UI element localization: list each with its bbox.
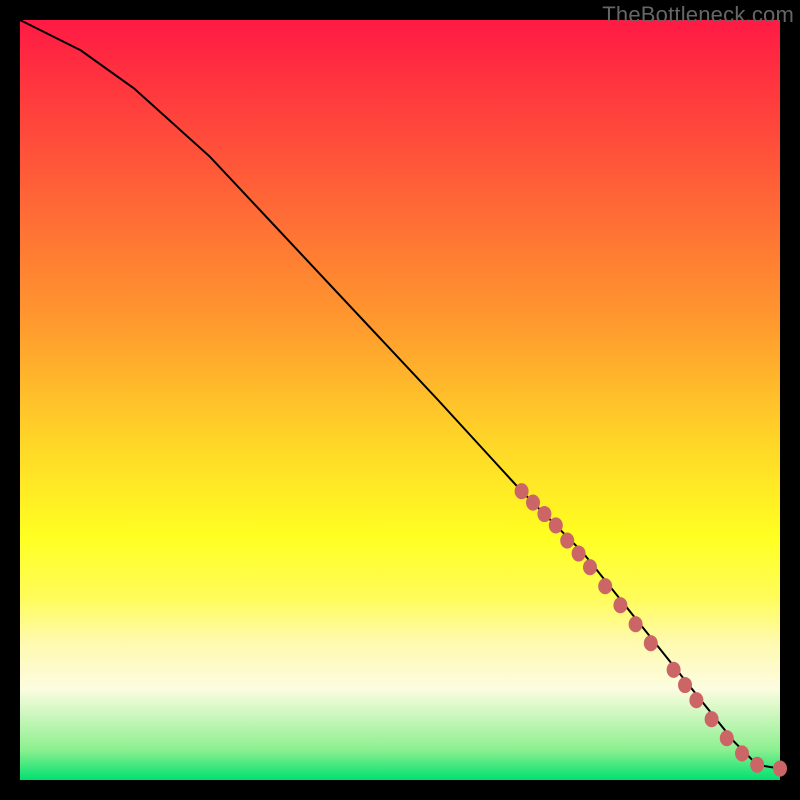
data-marker <box>515 483 529 499</box>
data-marker <box>560 533 574 549</box>
data-marker <box>583 559 597 575</box>
data-marker <box>644 635 658 651</box>
data-marker <box>750 757 764 773</box>
data-marker <box>572 545 586 561</box>
watermark-text: TheBottleneck.com <box>602 2 794 28</box>
markers-group <box>515 483 787 776</box>
data-marker <box>629 616 643 632</box>
chart-svg <box>20 20 780 780</box>
data-marker <box>773 761 787 777</box>
data-marker <box>735 745 749 761</box>
data-marker <box>598 578 612 594</box>
data-marker <box>549 517 563 533</box>
data-marker <box>689 692 703 708</box>
data-marker <box>537 506 551 522</box>
data-marker <box>705 711 719 727</box>
data-marker <box>613 597 627 613</box>
chart-frame: TheBottleneck.com <box>0 0 800 800</box>
curve-path <box>20 20 780 769</box>
data-marker <box>678 677 692 693</box>
plot-area <box>20 20 780 780</box>
data-marker <box>720 730 734 746</box>
data-marker <box>526 495 540 511</box>
data-marker <box>667 662 681 678</box>
